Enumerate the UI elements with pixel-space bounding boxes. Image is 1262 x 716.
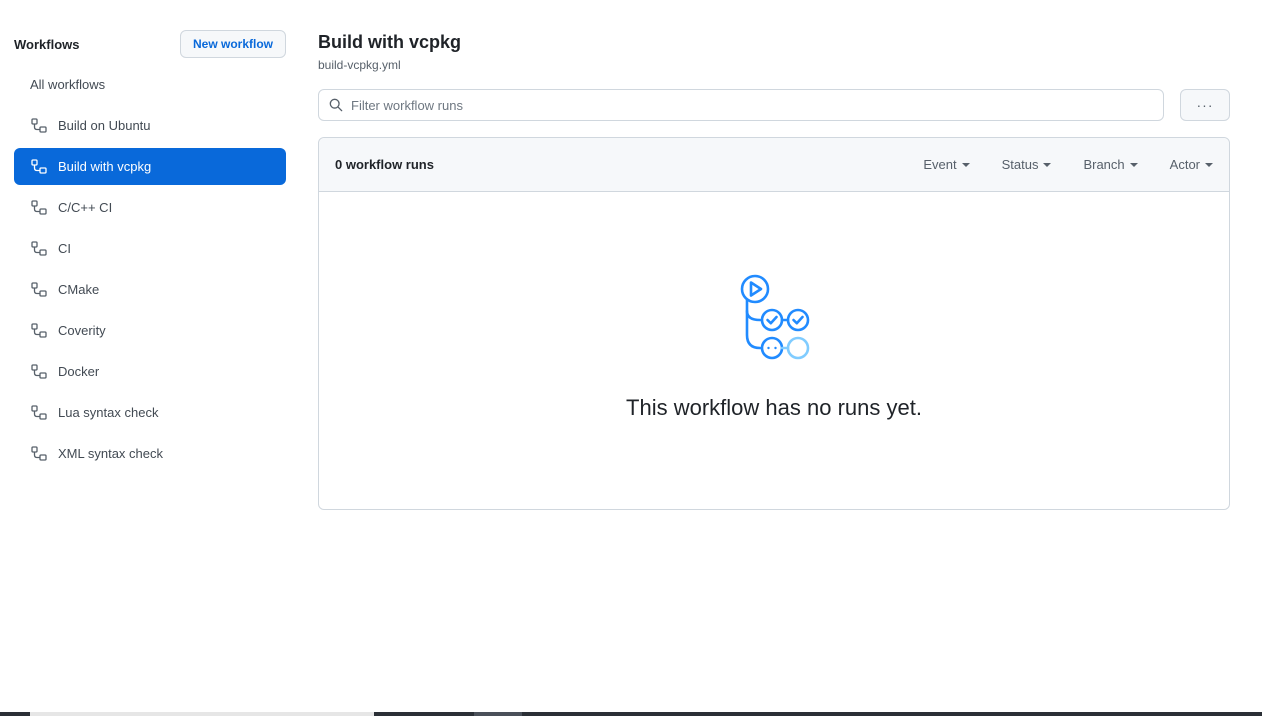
sidebar-item-lua-syntax-check[interactable]: Lua syntax check xyxy=(14,394,286,431)
sidebar-item-label: Lua syntax check xyxy=(58,405,159,420)
triangle-down-icon xyxy=(1205,163,1213,167)
sidebar-item-docker[interactable]: Docker xyxy=(14,353,286,390)
triangle-down-icon xyxy=(1043,163,1052,167)
taskbar-segment xyxy=(474,712,522,716)
workflow-runs-box: 0 workflow runs Event Status Branch Acto… xyxy=(318,137,1230,510)
main-content: Build with vcpkg build-vcpkg.yml ··· 0 w… xyxy=(318,30,1230,510)
runs-header: 0 workflow runs Event Status Branch Acto… xyxy=(319,138,1229,192)
sidebar-item-build-with-vcpkg[interactable]: Build with vcpkg xyxy=(14,148,286,185)
filter-workflow-runs-input[interactable] xyxy=(351,97,1153,113)
sidebar-item-label: CI xyxy=(58,241,71,256)
status-filter-menu[interactable]: Status xyxy=(1002,157,1052,172)
workflow-illustration-icon xyxy=(740,274,810,360)
workflow-icon xyxy=(30,199,48,217)
sidebar-item-coverity[interactable]: Coverity xyxy=(14,312,286,349)
filter-box xyxy=(318,89,1164,121)
workflow-icon xyxy=(30,322,48,340)
sidebar-item-label: C/C++ CI xyxy=(58,200,113,215)
empty-state-message: This workflow has no runs yet. xyxy=(626,395,922,420)
filter-row: ··· xyxy=(318,89,1230,121)
taskbar-segment xyxy=(30,712,374,716)
branch-filter-menu[interactable]: Branch xyxy=(1083,157,1138,172)
workflow-icon xyxy=(30,281,48,299)
sidebar-item-label: All workflows xyxy=(30,77,106,92)
workflow-icon xyxy=(30,445,48,463)
page-title: Build with vcpkg xyxy=(318,32,462,52)
workflow-icon xyxy=(30,158,48,176)
sidebar-item-label: Docker xyxy=(58,364,100,379)
workflow-icon xyxy=(30,240,48,258)
actor-filter-menu[interactable]: Actor xyxy=(1170,157,1213,172)
sidebar-title: Workflows xyxy=(14,36,80,52)
triangle-down-icon xyxy=(1129,163,1138,167)
workflows-sidebar: Workflows New workflow All workflows Bui… xyxy=(14,30,286,476)
filter-label: Branch xyxy=(1083,157,1125,172)
more-options-button[interactable]: ··· xyxy=(1180,89,1230,121)
sidebar-item-label: CMake xyxy=(58,282,100,297)
filter-label: Event xyxy=(923,157,957,172)
sidebar-item-label: Build on Ubuntu xyxy=(58,118,151,133)
filter-label: Status xyxy=(1001,157,1039,172)
search-icon xyxy=(329,98,343,112)
sidebar-item-label: XML syntax check xyxy=(58,446,164,461)
sidebar-item-xml-syntax-check[interactable]: XML syntax check xyxy=(14,435,286,472)
sidebar-item-label: Coverity xyxy=(58,323,106,338)
sidebar-item-c-c-ci[interactable]: C/C++ CI xyxy=(14,189,286,226)
sidebar-item-label: Build with vcpkg xyxy=(58,159,152,174)
runs-count: 0 workflow runs xyxy=(335,157,434,172)
sidebar-item-all-workflows[interactable]: All workflows xyxy=(14,66,286,103)
workflow-file-link[interactable]: build-vcpkg.yml xyxy=(318,57,1230,73)
workflow-icon xyxy=(30,404,48,422)
workflow-icon xyxy=(30,363,48,381)
taskbar-strip xyxy=(0,712,1262,716)
workflow-icon xyxy=(30,117,48,135)
triangle-down-icon xyxy=(961,163,970,167)
kebab-horizontal-icon: ··· xyxy=(1196,97,1214,113)
blankslate: This workflow has no runs yet. xyxy=(319,273,1229,421)
sidebar-item-ci[interactable]: CI xyxy=(14,230,286,267)
sidebar-item-build-on-ubuntu[interactable]: Build on Ubuntu xyxy=(14,107,286,144)
filter-label: Actor xyxy=(1169,157,1200,172)
sidebar-header: Workflows New workflow xyxy=(14,30,286,58)
new-workflow-button[interactable]: New workflow xyxy=(179,30,286,58)
sidebar-item-cmake[interactable]: CMake xyxy=(14,271,286,308)
event-filter-menu[interactable]: Event xyxy=(923,157,970,172)
workflow-list: All workflows Build on Ubuntu Build with … xyxy=(14,66,286,472)
